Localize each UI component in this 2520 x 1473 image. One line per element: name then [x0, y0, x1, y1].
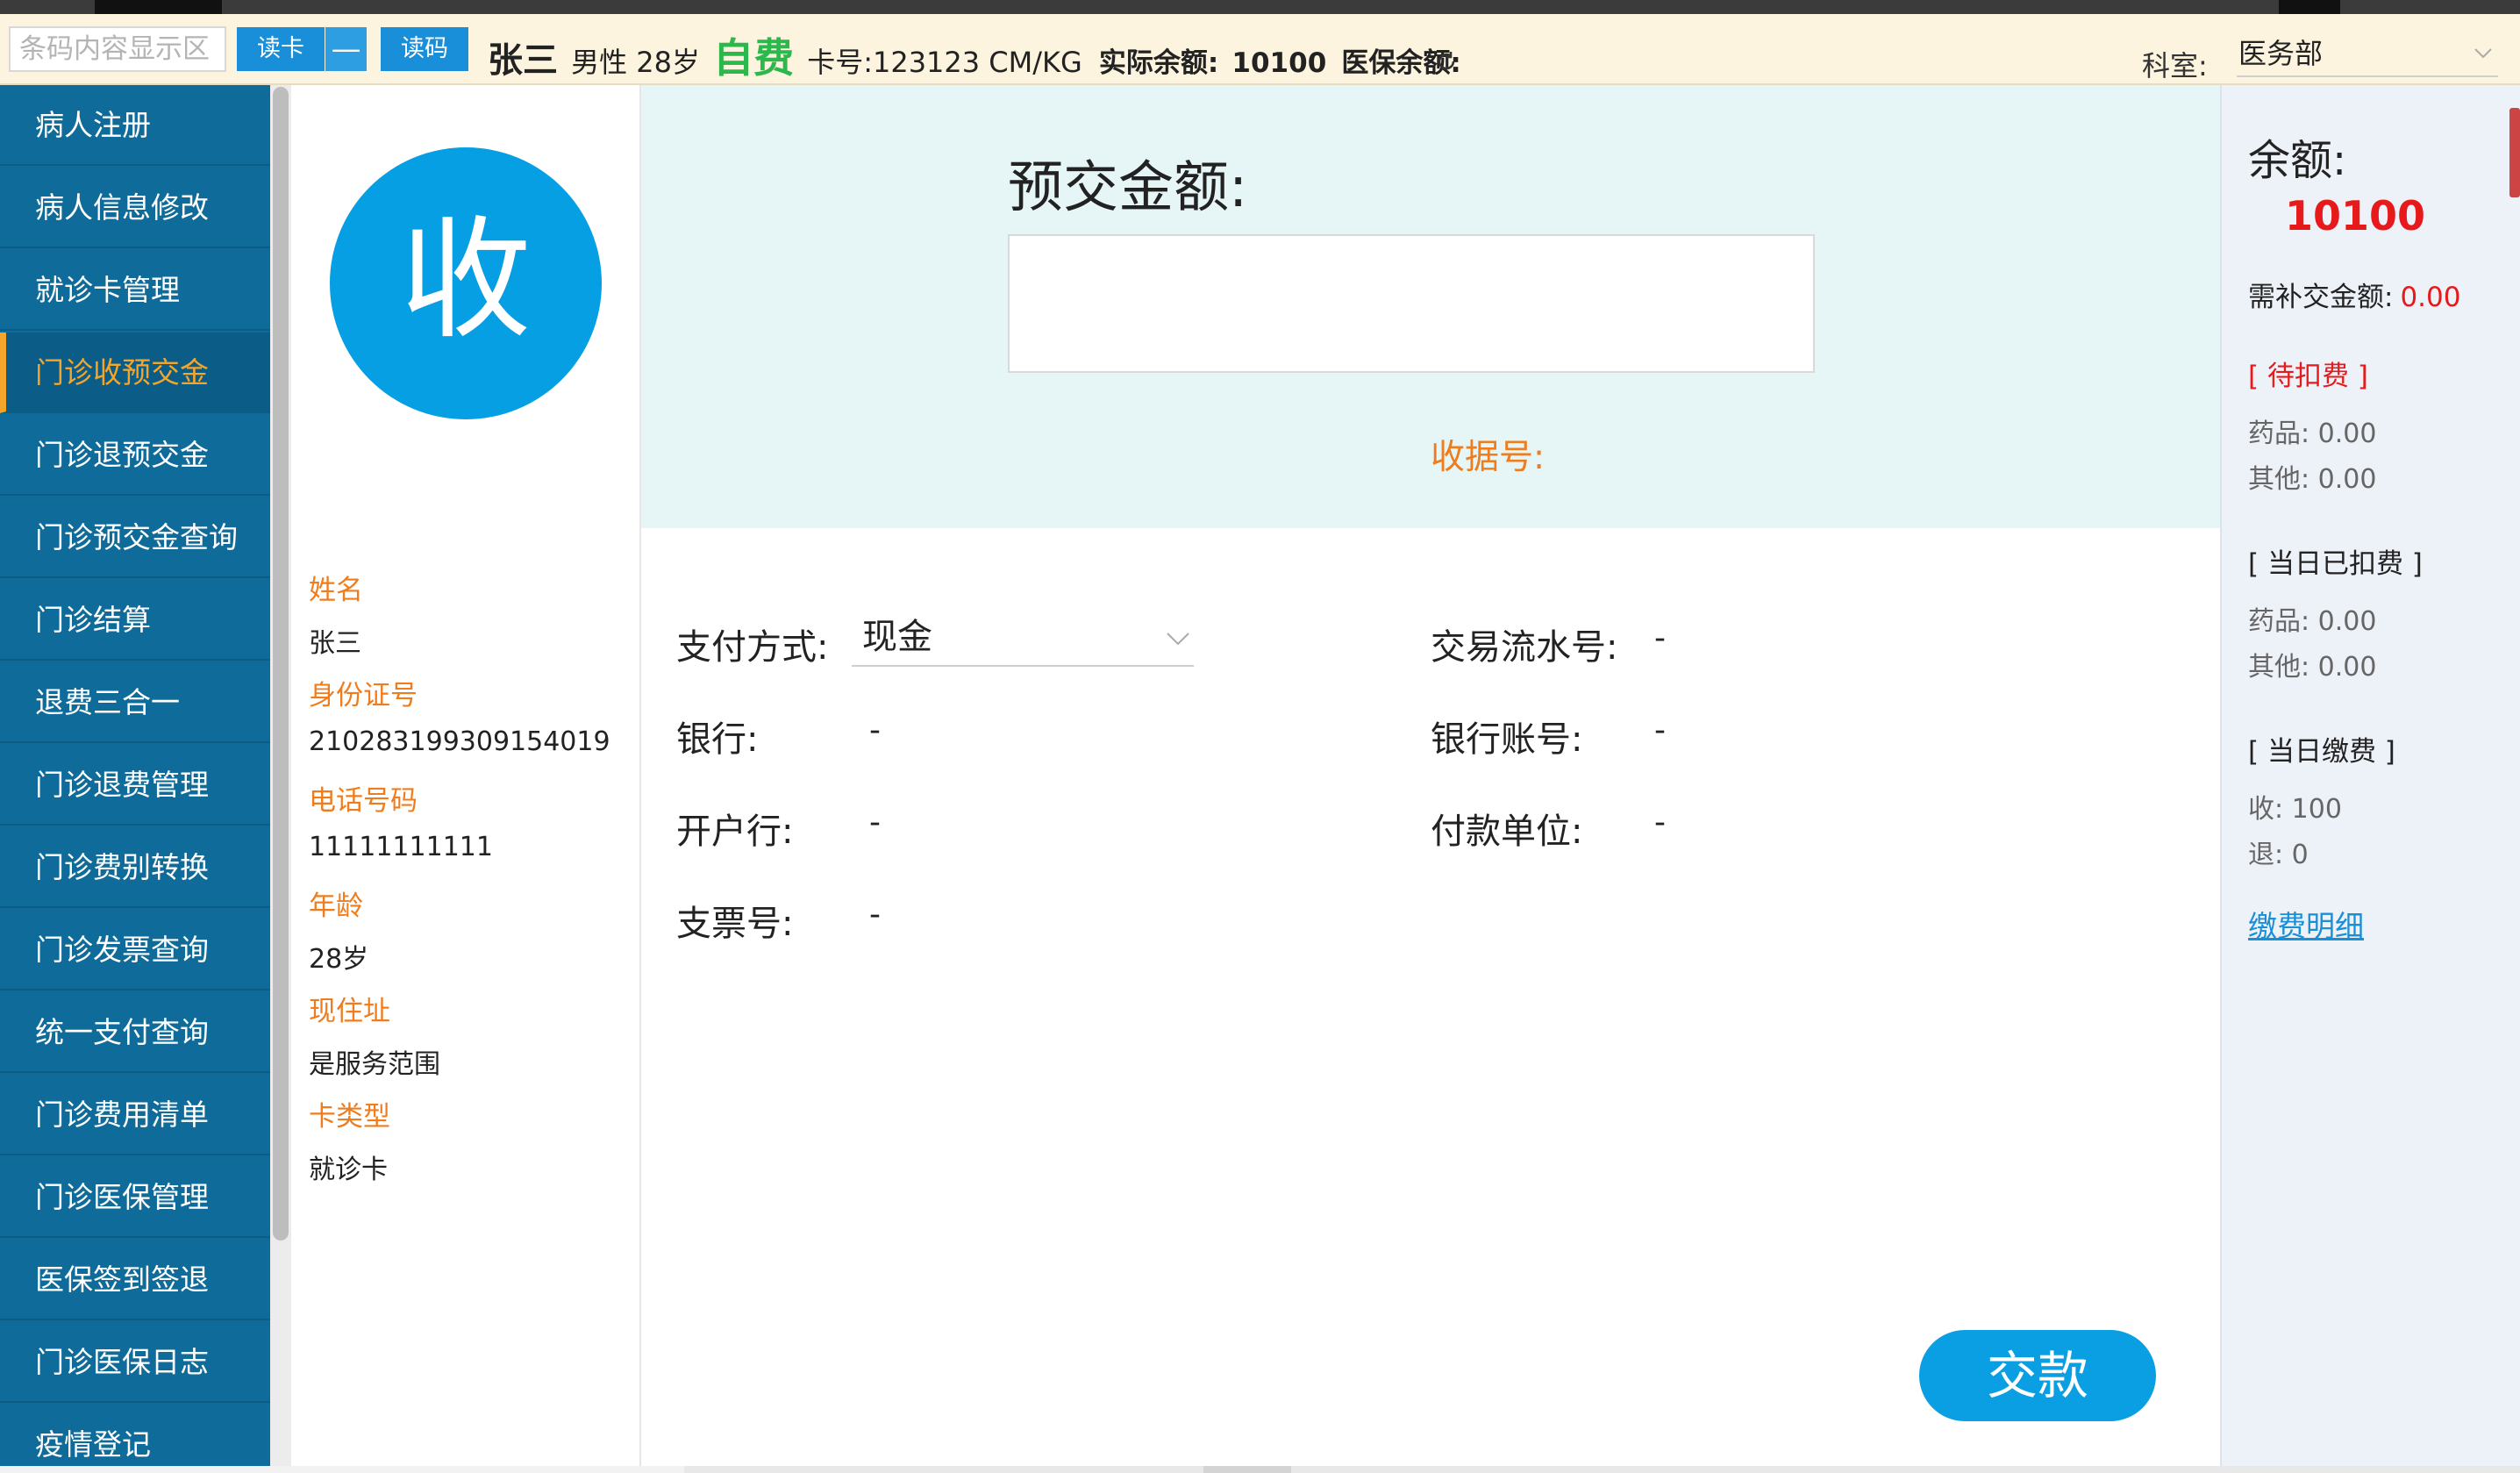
paid-in-amount: 收: 100	[2248, 794, 2342, 825]
chevron-down-icon	[1167, 633, 1189, 646]
sidebar-item[interactable]: 病人注册	[0, 85, 270, 166]
window-top-strip	[0, 0, 2520, 14]
cheque-number-value: -	[869, 897, 881, 933]
supplement-amount-row: 需补交金额: 0.00	[2248, 275, 2460, 314]
payment-detail-link[interactable]: 缴费明细	[2248, 903, 2364, 945]
sidebar-scrollbar[interactable]	[270, 85, 291, 1473]
barcode-display-field[interactable]: 条码内容显示区	[9, 26, 226, 72]
phone-label: 电话号码	[309, 785, 418, 817]
panel-scrollbar-thumb[interactable]	[2509, 108, 2520, 197]
deducted-drug-amount: 药品: 0.00	[2248, 606, 2377, 637]
deducted-today-heading: [ 当日已扣费 ]	[2248, 548, 2423, 580]
age-value: 28岁	[309, 944, 369, 975]
pay-method-select[interactable]: 现金	[852, 609, 1194, 667]
main-navigation-sidebar: 病人注册 病人信息修改 就诊卡管理 门诊收预交金 门诊退预交金 门诊预交金查询 门诊结算 退费…	[0, 85, 291, 1473]
age-label: 年龄	[309, 890, 363, 922]
paid-today-heading: [ 当日缴费 ]	[2248, 736, 2395, 768]
header-actual-balance-value: 10100	[1231, 47, 1327, 79]
balance-summary-panel: 余额: 10100 需补交金额: 0.00 [ 待扣费 ] 药品: 0.00 其他…	[2220, 85, 2520, 1473]
supplement-amount-value: 0.00	[2400, 282, 2461, 313]
minus-button[interactable]: —	[325, 27, 367, 71]
address-value: 是服务范围	[309, 1049, 440, 1080]
pending-other-amount: 其他: 0.00	[2248, 464, 2377, 495]
department-select[interactable]: 医务部	[2237, 33, 2498, 77]
patient-summary-line: 张三 男性 28岁 自费 卡号:123123 CM/KG 实际余额: 10100…	[488, 26, 1461, 82]
chevron-down-icon	[2474, 48, 2492, 59]
window-bottom-strip	[0, 1466, 2520, 1473]
sidebar-item[interactable]: 门诊费用清单	[0, 1075, 270, 1155]
refresh-icon[interactable]	[1434, 49, 1459, 74]
cheque-number-label: 支票号:	[676, 904, 794, 944]
bank-label: 银行:	[676, 719, 759, 760]
sidebar-item[interactable]: 门诊医保日志	[0, 1322, 270, 1403]
sidebar-item[interactable]: 门诊费别转换	[0, 827, 270, 908]
refund-amount: 退: 0	[2248, 840, 2309, 870]
phone-value: 11111111111	[309, 832, 493, 862]
sidebar-item[interactable]: 门诊退预交金	[0, 415, 270, 496]
card-type-value: 就诊卡	[309, 1155, 388, 1185]
payer-unit-label: 付款单位:	[1431, 812, 1583, 852]
department-select-value: 医务部	[2238, 37, 2324, 70]
header-gender-age: 男性 28岁	[571, 46, 700, 79]
header-patient-name: 张三	[488, 40, 558, 81]
sidebar-item[interactable]: 门诊预交金查询	[0, 497, 270, 578]
deducted-other-amount: 其他: 0.00	[2248, 652, 2377, 683]
sidebar-item[interactable]: 统一支付查询	[0, 992, 270, 1073]
prepay-amount-title: 预交金额:	[1008, 155, 1248, 219]
sidebar-item[interactable]: 退费三合一	[0, 662, 270, 743]
supplement-amount-label: 需补交金额:	[2248, 282, 2394, 313]
read-code-button[interactable]: 读码	[381, 27, 468, 71]
address-label: 现住址	[309, 996, 390, 1027]
bank-account-label: 银行账号:	[1431, 719, 1583, 760]
pending-drug-amount: 药品: 0.00	[2248, 418, 2377, 449]
patient-header-bar: 条码内容显示区 读卡 — 读码 张三 男性 28岁 自费 卡号:123123 C…	[0, 14, 2520, 85]
balance-value: 10100	[2285, 192, 2426, 240]
id-number-value: 210283199309154019	[309, 726, 610, 757]
pay-method-label: 支付方式:	[676, 627, 829, 668]
card-type-label: 卡类型	[309, 1101, 390, 1133]
header-card-number: 卡号:123123 CM/KG	[807, 46, 1082, 79]
submit-payment-button[interactable]: 交款	[1919, 1330, 2156, 1421]
sidebar-item[interactable]: 门诊收预交金	[0, 332, 270, 413]
sidebar-item[interactable]: 就诊卡管理	[0, 250, 270, 331]
sidebar-item[interactable]: 门诊医保管理	[0, 1157, 270, 1238]
sidebar-item[interactable]: 医保签到签退	[0, 1240, 270, 1320]
sidebar-item[interactable]: 门诊结算	[0, 580, 270, 661]
prepayment-form: 预交金额: 收据号: 支付方式: 现金 交易流水号: - 银行: - 银行账号:…	[641, 85, 2220, 1473]
avatar: 收	[330, 147, 602, 419]
id-number-label: 身份证号	[309, 680, 418, 711]
pay-method-value: 现金	[862, 617, 932, 657]
bottom-strip-segment	[0, 1466, 684, 1473]
prepay-amount-input[interactable]	[1008, 234, 1815, 373]
name-label: 姓名	[309, 575, 363, 606]
bank-account-value: -	[1654, 712, 1666, 748]
sidebar-item[interactable]: 门诊发票查询	[0, 910, 270, 990]
read-card-button[interactable]: 读卡	[237, 27, 325, 71]
bank-value: -	[869, 712, 881, 748]
serial-number-value: -	[1654, 620, 1666, 656]
top-strip-segment	[95, 0, 222, 14]
sidebar-item[interactable]: 疫情登记	[0, 1405, 270, 1473]
department-label: 科室:	[2142, 49, 2208, 82]
sidebar-item[interactable]: 门诊退费管理	[0, 745, 270, 826]
prepay-amount-section: 预交金额: 收据号:	[641, 85, 2220, 528]
header-fee-type-badge: 自费	[713, 34, 795, 82]
receipt-number-label: 收据号:	[1431, 438, 1546, 477]
balance-title: 余额:	[2248, 136, 2347, 185]
open-bank-value: -	[869, 804, 881, 840]
patient-info-panel: 收 姓名 张三 身份证号 210283199309154019 电话号码 111…	[291, 85, 641, 1473]
pending-charge-heading: [ 待扣费 ]	[2248, 361, 2368, 392]
header-actual-balance-label: 实际余额:	[1098, 47, 1219, 79]
bottom-strip-segment	[1203, 1466, 1291, 1473]
top-strip-segment	[2279, 0, 2340, 14]
sidebar-scrollbar-thumb[interactable]	[273, 87, 289, 1241]
open-bank-label: 开户行:	[676, 812, 794, 852]
sidebar-item[interactable]: 病人信息修改	[0, 168, 270, 248]
serial-number-label: 交易流水号:	[1431, 627, 1618, 668]
name-value: 张三	[309, 628, 361, 659]
payer-unit-value: -	[1654, 804, 1666, 840]
